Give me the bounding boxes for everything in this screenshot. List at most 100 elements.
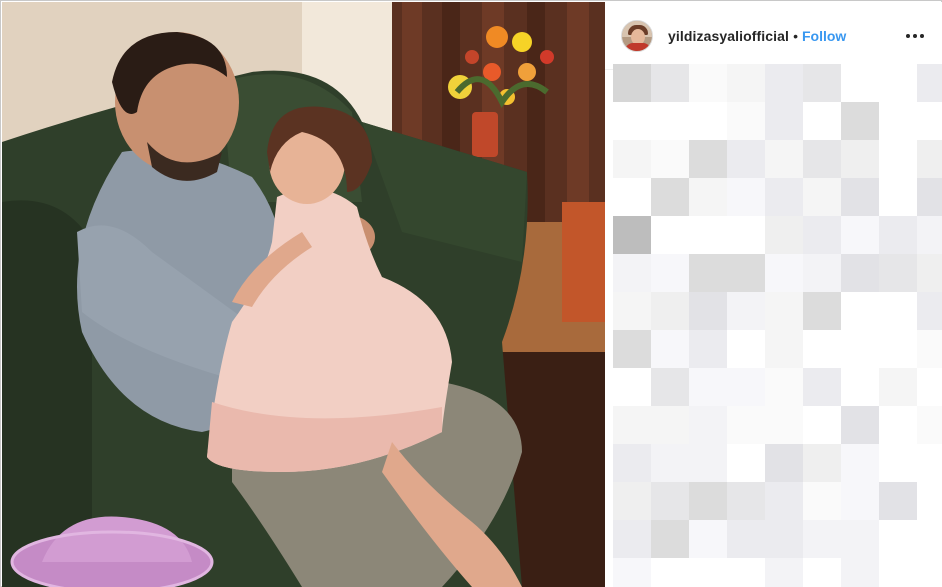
mosaic-cell: [689, 482, 727, 520]
mosaic-cell: [917, 64, 942, 102]
mosaic-cell: [841, 102, 879, 140]
mosaic-cell: [879, 368, 917, 406]
mosaic-cell: [765, 216, 803, 254]
mosaic-cell: [803, 102, 841, 140]
mosaic-cell: [841, 178, 879, 216]
mosaic-cell: [727, 520, 765, 558]
mosaic-cell: [651, 64, 689, 102]
mosaic-cell: [689, 178, 727, 216]
mosaic-cell: [841, 444, 879, 482]
mosaic-cell: [689, 520, 727, 558]
mosaic-cell: [727, 444, 765, 482]
mosaic-cell: [917, 178, 942, 216]
mosaic-cell: [879, 330, 917, 368]
mosaic-cell: [613, 444, 651, 482]
mosaic-cell: [727, 254, 765, 292]
mosaic-cell: [765, 330, 803, 368]
mosaic-cell: [803, 444, 841, 482]
mosaic-cell: [803, 520, 841, 558]
mosaic-cell: [917, 102, 942, 140]
mosaic-cell: [917, 330, 942, 368]
mosaic-cell: [917, 140, 942, 178]
mosaic-cell: [613, 178, 651, 216]
mosaic-cell: [841, 558, 879, 587]
mosaic-cell: [689, 330, 727, 368]
mosaic-cell: [803, 558, 841, 587]
mosaic-cell: [879, 444, 917, 482]
mosaic-cell: [613, 216, 651, 254]
separator-dot: •: [793, 27, 798, 44]
mosaic-cell: [651, 368, 689, 406]
mosaic-cell: [651, 292, 689, 330]
mosaic-cell: [765, 254, 803, 292]
mosaic-cell: [651, 178, 689, 216]
mosaic-cell: [727, 368, 765, 406]
pixelated-comments: [605, 64, 942, 587]
mosaic-cell: [613, 558, 651, 587]
mosaic-cell: [613, 330, 651, 368]
mosaic-cell: [879, 64, 917, 102]
mosaic-cell: [727, 330, 765, 368]
mosaic-cell: [765, 178, 803, 216]
mosaic-cell: [917, 520, 942, 558]
mosaic-cell: [613, 482, 651, 520]
mosaic-cell: [727, 482, 765, 520]
mosaic-cell: [879, 102, 917, 140]
post-sidebar: yildizasyaliofficial • Follow: [605, 2, 942, 587]
mosaic-cell: [689, 292, 727, 330]
mosaic-cell: [689, 406, 727, 444]
mosaic-cell: [879, 178, 917, 216]
mosaic-cell: [841, 292, 879, 330]
mosaic-cell: [765, 444, 803, 482]
follow-button[interactable]: Follow: [802, 28, 846, 44]
mosaic-cell: [727, 102, 765, 140]
mosaic-cell: [841, 64, 879, 102]
mosaic-cell: [689, 254, 727, 292]
mosaic-cell: [879, 406, 917, 444]
instagram-post-window: yildizasyaliofficial • Follow: [0, 0, 942, 587]
mosaic-cell: [841, 406, 879, 444]
mosaic-cell: [689, 216, 727, 254]
mosaic-cell: [651, 102, 689, 140]
mosaic-cell: [727, 140, 765, 178]
mosaic-cell: [917, 254, 942, 292]
mosaic-cell: [651, 482, 689, 520]
post-header: yildizasyaliofficial • Follow: [605, 2, 942, 70]
mosaic-cell: [765, 368, 803, 406]
profile-avatar[interactable]: [621, 19, 653, 52]
mosaic-cell: [689, 140, 727, 178]
username-link[interactable]: yildizasyaliofficial: [668, 28, 789, 44]
mosaic-cell: [841, 330, 879, 368]
mosaic-cell: [879, 520, 917, 558]
mosaic-cell: [917, 292, 942, 330]
mosaic-cell: [765, 406, 803, 444]
mosaic-cell: [803, 64, 841, 102]
mosaic-cell: [841, 216, 879, 254]
mosaic-cell: [917, 482, 942, 520]
mosaic-cell: [841, 254, 879, 292]
mosaic-cell: [879, 254, 917, 292]
mosaic-cell: [879, 216, 917, 254]
mosaic-cell: [803, 178, 841, 216]
ellipsis-horizontal-icon[interactable]: [906, 28, 924, 44]
mosaic-cell: [803, 292, 841, 330]
mosaic-cell: [803, 482, 841, 520]
mosaic-cell: [803, 406, 841, 444]
mosaic-cell: [841, 520, 879, 558]
mosaic-cell: [803, 330, 841, 368]
mosaic-cell: [765, 140, 803, 178]
mosaic-cell: [651, 406, 689, 444]
mosaic-cell: [917, 558, 942, 587]
mosaic-cell: [689, 64, 727, 102]
mosaic-cell: [651, 330, 689, 368]
mosaic-cell: [613, 102, 651, 140]
mosaic-cell: [803, 254, 841, 292]
mosaic-cell: [765, 102, 803, 140]
mosaic-cell: [613, 292, 651, 330]
mosaic-cell: [879, 482, 917, 520]
mosaic-cell: [765, 520, 803, 558]
mosaic-cell: [689, 368, 727, 406]
mosaic-cell: [765, 292, 803, 330]
mosaic-cell: [917, 406, 942, 444]
post-photo[interactable]: [2, 2, 605, 587]
